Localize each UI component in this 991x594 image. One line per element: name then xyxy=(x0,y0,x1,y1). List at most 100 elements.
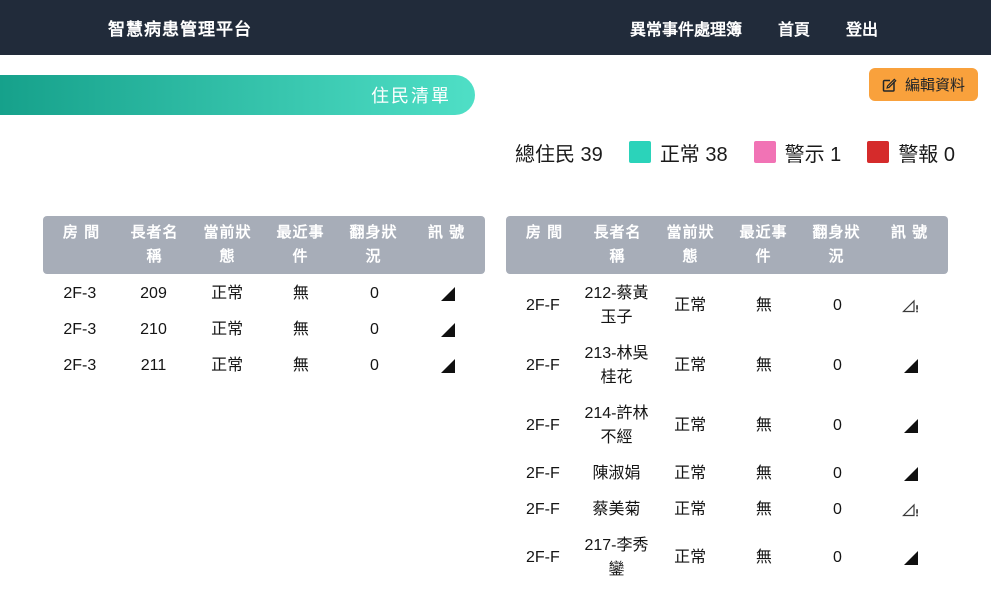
table-row[interactable]: 2F-F蔡美菊正常無0 xyxy=(506,492,948,528)
signal-strong-icon xyxy=(903,550,920,566)
table-row[interactable]: 2F-3211正常無0 xyxy=(43,348,485,384)
status-cell: 正常 xyxy=(653,492,727,528)
event-cell: 無 xyxy=(727,288,801,324)
signal-weak-alert-icon xyxy=(902,298,920,314)
status-cell: 正常 xyxy=(653,288,727,324)
event-cell: 無 xyxy=(264,276,338,312)
name-cell: 211 xyxy=(117,348,191,384)
warning-color-swatch xyxy=(754,141,776,163)
app-header: 智慧病患管理平台 異常事件處理簿 首頁 登出 xyxy=(0,0,991,55)
table-row[interactable]: 2F-F217-李秀鑾正常無0 xyxy=(506,528,948,588)
column-header: 房 間 xyxy=(508,221,581,245)
room-cell: 2F-3 xyxy=(43,348,117,384)
room-cell: 2F-F xyxy=(506,348,580,384)
turning-cell: 0 xyxy=(801,456,875,492)
table-row[interactable]: 2F-3210正常無0 xyxy=(43,312,485,348)
signal-strong-icon xyxy=(440,286,457,302)
turning-cell: 0 xyxy=(801,288,875,324)
event-cell: 無 xyxy=(727,408,801,444)
status-cell: 正常 xyxy=(653,348,727,384)
signal-cell xyxy=(874,456,948,492)
room-cell: 2F-F xyxy=(506,408,580,444)
status-cell: 正常 xyxy=(653,540,727,576)
room-cell: 2F-3 xyxy=(43,312,117,348)
event-cell: 無 xyxy=(264,312,338,348)
column-header: 訊 號 xyxy=(873,221,946,245)
resident-table-right: 房 間長者名稱當前狀態最近事件翻身狀況訊 號2F-F212-蔡黃玉子正常無02F… xyxy=(506,216,948,588)
status-cell: 正常 xyxy=(653,408,727,444)
turning-cell: 0 xyxy=(338,312,412,348)
turning-cell: 0 xyxy=(801,348,875,384)
signal-cell xyxy=(874,408,948,444)
room-cell: 2F-F xyxy=(506,288,580,324)
turning-cell: 0 xyxy=(801,540,875,576)
name-cell: 213-林吳桂花 xyxy=(580,336,654,396)
room-cell: 2F-3 xyxy=(43,276,117,312)
column-header: 最近事件 xyxy=(727,221,800,269)
event-cell: 無 xyxy=(727,456,801,492)
status-cell: 正常 xyxy=(190,312,264,348)
column-header: 翻身狀況 xyxy=(337,221,410,269)
signal-cell xyxy=(411,276,485,312)
room-cell: 2F-F xyxy=(506,492,580,528)
signal-cell xyxy=(874,288,948,324)
name-cell: 214-許林不經 xyxy=(580,396,654,456)
turning-cell: 0 xyxy=(338,348,412,384)
name-cell: 209 xyxy=(117,276,191,312)
name-cell: 212-蔡黃玉子 xyxy=(580,276,654,336)
column-header: 長者名稱 xyxy=(581,221,654,269)
nav-item-abnormal-event-log[interactable]: 異常事件處理簿 xyxy=(630,16,742,40)
status-cell: 正常 xyxy=(190,276,264,312)
table-body: 2F-3209正常無02F-3210正常無02F-3211正常無0 xyxy=(43,274,485,384)
edit-data-button[interactable]: 編輯資料 xyxy=(869,68,978,101)
event-cell: 無 xyxy=(264,348,338,384)
table-row[interactable]: 2F-3209正常無0 xyxy=(43,276,485,312)
page-title: 住民清單 xyxy=(371,82,451,108)
edit-button-label: 編輯資料 xyxy=(905,74,965,95)
table-row[interactable]: 2F-F212-蔡黃玉子正常無0 xyxy=(506,276,948,336)
table-header-row: 房 間長者名稱當前狀態最近事件翻身狀況訊 號 xyxy=(506,216,948,274)
nav-item-home[interactable]: 首頁 xyxy=(778,16,810,40)
column-header: 當前狀態 xyxy=(191,221,264,269)
status-cell: 正常 xyxy=(190,348,264,384)
resident-list-banner: 住民清單 xyxy=(0,75,475,115)
table-body: 2F-F212-蔡黃玉子正常無02F-F213-林吳桂花正常無02F-F214-… xyxy=(506,274,948,588)
edit-pencil-square-icon xyxy=(882,77,898,93)
column-header: 最近事件 xyxy=(264,221,337,269)
signal-strong-icon xyxy=(903,358,920,374)
signal-cell xyxy=(874,348,948,384)
signal-strong-icon xyxy=(903,466,920,482)
name-cell: 217-李秀鑾 xyxy=(580,528,654,588)
event-cell: 無 xyxy=(727,540,801,576)
legend-item-warning: 警示 1 xyxy=(754,138,842,167)
event-cell: 無 xyxy=(727,348,801,384)
name-cell: 陳淑娟 xyxy=(580,456,654,492)
table-row[interactable]: 2F-F214-許林不經正常無0 xyxy=(506,396,948,456)
column-header: 房 間 xyxy=(45,221,118,245)
signal-strong-icon xyxy=(440,322,457,338)
signal-weak-alert-icon xyxy=(902,502,920,518)
turning-cell: 0 xyxy=(801,492,875,528)
alarm-color-swatch xyxy=(867,141,889,163)
signal-cell xyxy=(411,348,485,384)
app-title: 智慧病患管理平台 xyxy=(108,15,252,40)
legend-alarm-label: 警報 0 xyxy=(898,138,955,167)
nav-item-logout[interactable]: 登出 xyxy=(846,16,878,40)
legend-normal-label: 正常 38 xyxy=(660,138,728,167)
resident-tables: 房 間長者名稱當前狀態最近事件翻身狀況訊 號2F-3209正常無02F-3210… xyxy=(0,216,991,588)
signal-cell xyxy=(411,312,485,348)
column-header: 訊 號 xyxy=(410,221,483,245)
signal-strong-icon xyxy=(903,418,920,434)
legend-warning-label: 警示 1 xyxy=(785,138,842,167)
signal-cell xyxy=(874,492,948,528)
legend-item-normal: 正常 38 xyxy=(629,138,728,167)
name-cell: 蔡美菊 xyxy=(580,492,654,528)
table-row[interactable]: 2F-F陳淑娟正常無0 xyxy=(506,456,948,492)
status-legend: 總住民 39 正常 38 警示 1 警報 0 xyxy=(0,138,991,166)
table-row[interactable]: 2F-F213-林吳桂花正常無0 xyxy=(506,336,948,396)
legend-total-residents: 總住民 39 xyxy=(515,138,603,167)
turning-cell: 0 xyxy=(801,408,875,444)
normal-color-swatch xyxy=(629,141,651,163)
signal-cell xyxy=(874,540,948,576)
table-header-row: 房 間長者名稱當前狀態最近事件翻身狀況訊 號 xyxy=(43,216,485,274)
